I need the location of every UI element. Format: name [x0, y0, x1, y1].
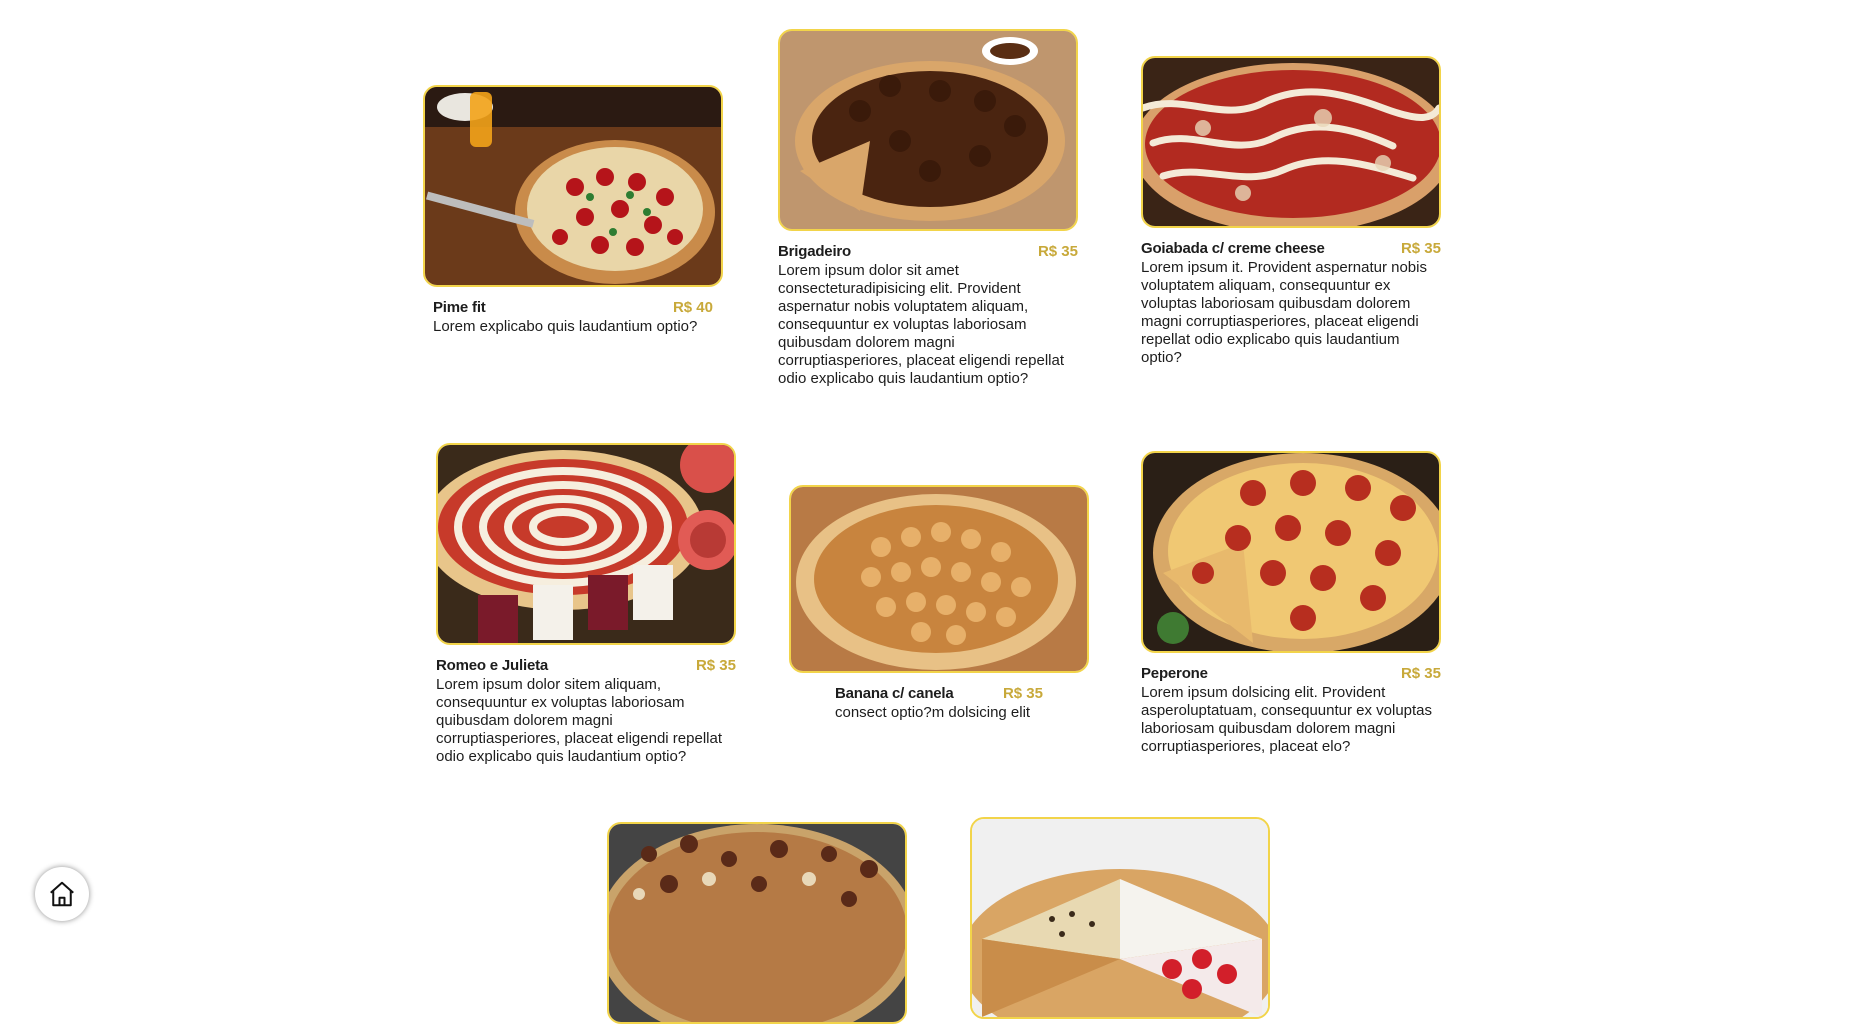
item-price: R$ 35 — [1002, 685, 1043, 702]
menu-card-pime-fit: Pime fit R$ 40 Lorem explicabo quis laud… — [423, 85, 723, 336]
item-price: R$ 35 — [1400, 240, 1441, 257]
item-name: Peperone — [1141, 665, 1208, 682]
item-description: Lorem ipsum dolsicing elit. Provident as… — [1141, 684, 1433, 755]
pizza-photo — [778, 29, 1078, 231]
pizza-photo — [1141, 56, 1441, 228]
item-name: Pime fit — [433, 299, 486, 316]
menu-card-romeo-e-julieta: Romeo e Julieta R$ 35 Lorem ipsum dolor … — [436, 443, 736, 766]
menu-card-banana-c-canela: Banana c/ canela R$ 35 consect optio?m d… — [789, 485, 1089, 722]
item-name: Goiabada c/ creme cheese — [1141, 240, 1325, 257]
item-description: Lorem ipsum dolor sitem aliquam, consequ… — [436, 676, 722, 765]
item-description: Lorem ipsum it. Provident aspernatur nob… — [1141, 259, 1427, 366]
item-price: R$ 35 — [1400, 665, 1441, 682]
item-price: R$ 35 — [695, 657, 736, 674]
item-description: consect optio?m dolsicing elit — [835, 704, 1031, 721]
home-button[interactable] — [35, 867, 89, 921]
menu-card-peperone: Peperone R$ 35 Lorem ipsum dolsicing eli… — [1141, 451, 1441, 756]
pizza-photo — [789, 485, 1089, 673]
pizza-photo — [436, 443, 736, 645]
item-price: R$ 35 — [1037, 243, 1078, 260]
home-icon — [50, 881, 74, 907]
item-name: Romeo e Julieta — [436, 657, 549, 674]
pizza-photo — [423, 85, 723, 287]
item-name: Brigadeiro — [778, 243, 852, 260]
pizza-photo — [1141, 451, 1441, 653]
menu-card-row3-left — [607, 822, 907, 1024]
item-description: Lorem explicabo quis laudantium optio? — [433, 318, 698, 335]
pizza-photo — [607, 822, 907, 1024]
menu-card-brigadeiro: Brigadeiro R$ 35 Lorem ipsum dolor sit a… — [778, 29, 1078, 388]
pizza-photo — [970, 817, 1270, 1019]
item-price: R$ 40 — [672, 299, 713, 316]
item-description: Lorem ipsum dolor sit amet consecteturad… — [778, 262, 1064, 387]
item-name: Banana c/ canela — [835, 685, 954, 702]
menu-card-goiabada: Goiabada c/ creme cheese R$ 35 Lorem ips… — [1141, 56, 1441, 367]
menu-card-row3-right — [970, 817, 1270, 1019]
